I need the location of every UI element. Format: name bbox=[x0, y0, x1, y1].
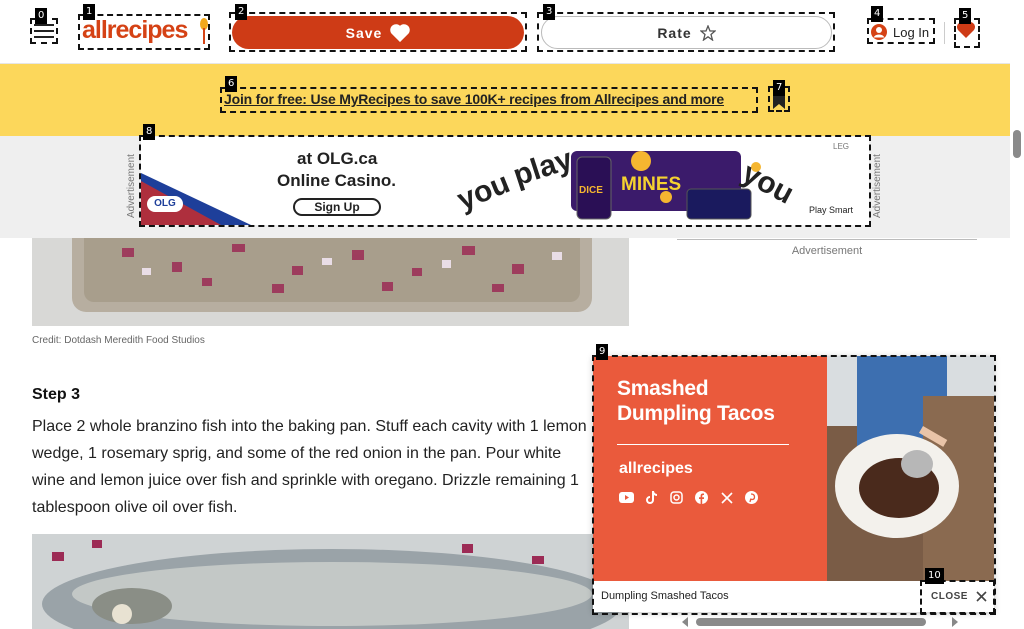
advertisement-label: Advertisement bbox=[126, 154, 137, 218]
title-divider bbox=[617, 444, 789, 445]
advertisement-label: Advertisement bbox=[872, 154, 883, 218]
login-link[interactable]: Log In bbox=[870, 22, 932, 42]
youtube-icon bbox=[619, 491, 634, 504]
facebook-icon bbox=[694, 491, 709, 504]
menu-icon[interactable] bbox=[34, 24, 54, 38]
join-free-link[interactable]: Join for free: Use MyRecipes to save 100… bbox=[224, 91, 756, 111]
playsmart-logo: Play Smart bbox=[809, 205, 854, 215]
social-icons bbox=[619, 491, 759, 504]
close-video-button[interactable]: CLOSE bbox=[923, 584, 991, 608]
scroll-left-arrow[interactable] bbox=[682, 617, 688, 627]
user-icon bbox=[871, 24, 887, 40]
sidebar-ad-box bbox=[677, 238, 977, 240]
save-label: Save bbox=[345, 24, 383, 41]
olg-logo: OLG bbox=[147, 196, 183, 212]
step-instructions: Place 2 whole branzino fish into the bak… bbox=[32, 418, 587, 516]
step-title: Step 3 bbox=[32, 386, 81, 403]
mark-label: 9 bbox=[596, 344, 609, 360]
tiktok-icon bbox=[644, 491, 659, 504]
logo-text: allrecipes bbox=[82, 16, 188, 44]
mark-label: 10 bbox=[925, 568, 944, 584]
heart-icon bbox=[390, 23, 411, 42]
sidebar-advertisement-label: Advertisement bbox=[791, 245, 863, 257]
video-caption-bar: Dumpling Smashed Tacos CLOSE bbox=[593, 581, 994, 612]
ad-choices-badge[interactable]: LEG bbox=[833, 142, 849, 151]
mark-label: 6 bbox=[225, 76, 238, 92]
header-divider bbox=[944, 22, 945, 44]
vertical-scrollbar-thumb[interactable] bbox=[1013, 130, 1021, 158]
vertical-scrollbar[interactable] bbox=[1010, 0, 1024, 629]
instagram-icon bbox=[669, 491, 684, 504]
ad-tile-mines: MINES bbox=[621, 174, 682, 195]
scroll-right-arrow[interactable] bbox=[952, 617, 958, 627]
mark-label: 3 bbox=[543, 4, 556, 20]
rate-button[interactable]: Rate bbox=[541, 16, 832, 49]
allrecipes-logo[interactable]: allrecipes bbox=[82, 16, 208, 48]
ad-headline-1: at OLG.ca bbox=[297, 149, 378, 168]
pinterest-icon bbox=[744, 491, 759, 504]
photo-credit: Credit: Dotdash Meredith Food Studios bbox=[32, 335, 205, 346]
site-header: allrecipes Save Rate Log In bbox=[0, 0, 1010, 64]
rate-label: Rate bbox=[657, 24, 692, 41]
recipe-photo-fish bbox=[32, 534, 629, 629]
x-icon bbox=[719, 491, 734, 504]
video-caption: Dumpling Smashed Tacos bbox=[601, 590, 729, 602]
video-title-panel: Smashed Dumpling Tacos allrecipes bbox=[593, 356, 827, 581]
video-brand-logo: allrecipes bbox=[619, 460, 693, 477]
mark-label: 5 bbox=[959, 8, 972, 24]
close-icon bbox=[976, 590, 987, 602]
save-button[interactable]: Save bbox=[232, 16, 524, 49]
mark-label: 2 bbox=[235, 4, 248, 20]
mark-label: 1 bbox=[83, 4, 96, 20]
ad-tile-dice: DICE bbox=[579, 185, 603, 196]
horizontal-scrollbar-thumb[interactable] bbox=[696, 618, 926, 626]
video-title: Smashed Dumpling Tacos bbox=[617, 377, 775, 425]
recipe-photo-onions bbox=[32, 238, 629, 326]
close-label: CLOSE bbox=[931, 590, 968, 602]
spoon-icon bbox=[200, 18, 208, 44]
mark-label: 4 bbox=[871, 6, 884, 22]
star-icon bbox=[699, 24, 716, 41]
video-frame[interactable] bbox=[827, 356, 994, 581]
olg-ad-banner[interactable]: at OLG.ca Online Casino. Sign Up OLG you… bbox=[141, 137, 869, 225]
ad-signup-button[interactable]: Sign Up bbox=[293, 198, 381, 216]
ad-headline-2: Online Casino. bbox=[277, 171, 397, 190]
mark-label: 7 bbox=[773, 80, 786, 96]
mark-label: 0 bbox=[35, 8, 48, 24]
mark-label: 8 bbox=[143, 124, 156, 140]
login-label: Log In bbox=[893, 24, 930, 40]
